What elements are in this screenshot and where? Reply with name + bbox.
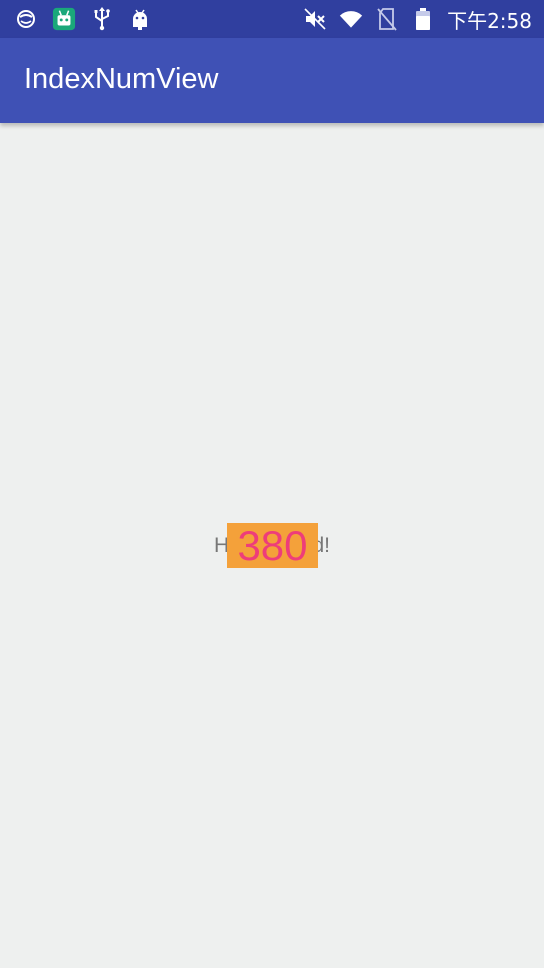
notification-icon [14,7,38,31]
index-num-view: 380 [227,523,318,568]
hello-world-text-view: H d! 380 [214,523,330,569]
app-title: IndexNumView [24,63,219,95]
status-bar-left [14,6,152,32]
app-icon [52,7,76,31]
index-number: 380 [237,522,308,569]
status-bar: 下午2:58 [0,0,544,38]
main-content: H d! 380 [0,123,544,968]
mute-icon [303,7,327,31]
wifi-icon [339,7,363,31]
app-bar: IndexNumView [0,38,544,123]
status-bar-right: 下午2:58 [303,6,532,33]
usb-icon [90,7,114,31]
android-debug-icon [128,7,152,31]
no-sim-icon [375,7,399,31]
screen: 下午2:58 IndexNumView H d! 380 [0,0,544,968]
status-clock: 下午2:58 [447,8,532,33]
battery-icon [411,7,435,31]
